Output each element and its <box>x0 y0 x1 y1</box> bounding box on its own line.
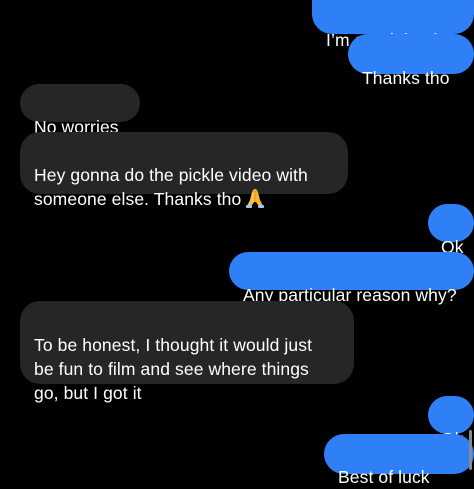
scrollbar[interactable] <box>469 430 472 470</box>
message-text: Thanks tho <box>362 68 450 88</box>
message-bubble-received[interactable]: Hey gonna do the pickle video with someo… <box>20 132 348 209</box>
folded-hands-icon <box>245 187 265 209</box>
message-bubble-received[interactable]: To be honest, I thought it would just be… <box>20 301 354 403</box>
message-text: Hey gonna do the pickle video with someo… <box>34 165 308 209</box>
message-bubble-sent[interactable]: I’m good thanks <box>312 0 474 50</box>
message-bubble-sent[interactable]: Best of luck <box>324 434 474 487</box>
message-text: Best of luck <box>338 467 430 487</box>
message-bubble-sent[interactable]: Any particular reason why? <box>229 252 474 305</box>
message-text: To be honest, I thought it would just be… <box>34 335 313 403</box>
message-bubble-sent[interactable]: Ok <box>428 396 474 449</box>
message-bubble-sent[interactable]: Ok <box>428 204 474 257</box>
message-bubble-sent[interactable]: Thanks tho <box>348 34 474 88</box>
message-bubble-received[interactable]: No worries <box>20 84 140 137</box>
